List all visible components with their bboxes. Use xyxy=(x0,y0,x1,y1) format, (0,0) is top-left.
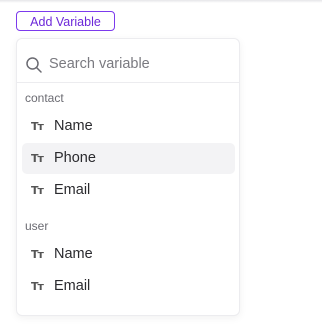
variable-dropdown: contact Tт Name Tт Phone Tт Email user T… xyxy=(16,38,240,316)
text-type-icon: Tт xyxy=(31,152,44,165)
add-variable-button[interactable]: Add Variable xyxy=(16,11,115,31)
variable-item-label: Email xyxy=(54,278,91,294)
group-label-contact: contact xyxy=(25,91,64,105)
variable-item-contact-email[interactable]: Tт Email xyxy=(22,175,235,206)
variable-item-label: Phone xyxy=(54,150,96,166)
group-label-user: user xyxy=(25,219,49,233)
variable-item-label: Name xyxy=(54,246,93,262)
variable-item-user-name[interactable]: Tт Name xyxy=(22,239,235,270)
top-divider xyxy=(0,0,322,3)
variable-item-contact-name[interactable]: Tт Name xyxy=(22,111,235,142)
search-row xyxy=(17,39,239,83)
search-icon xyxy=(26,57,42,73)
text-type-icon: Tт xyxy=(31,184,44,197)
text-type-icon: Tт xyxy=(31,120,44,133)
search-input[interactable] xyxy=(49,52,229,76)
variable-item-user-email[interactable]: Tт Email xyxy=(22,271,235,302)
variable-item-contact-phone[interactable]: Tт Phone xyxy=(22,143,235,174)
text-type-icon: Tт xyxy=(31,248,44,261)
variable-item-label: Email xyxy=(54,182,91,198)
variable-item-label: Name xyxy=(54,118,93,134)
text-type-icon: Tт xyxy=(31,280,44,293)
